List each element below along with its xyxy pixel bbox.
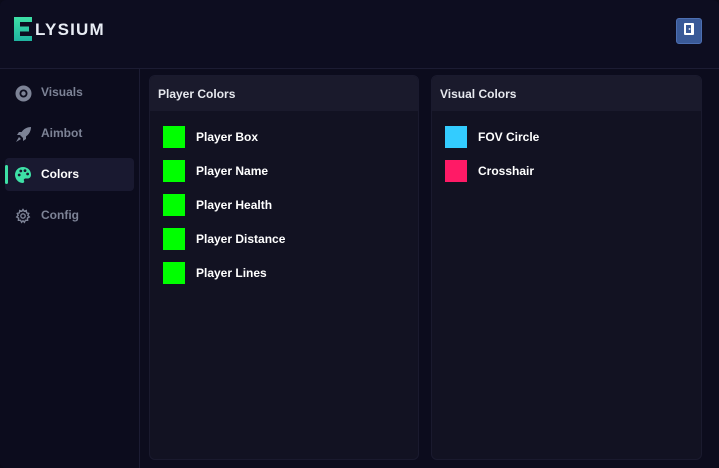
color-row-crosshair: Crosshair (445, 160, 534, 182)
sidebar-item-label: Config (41, 208, 79, 222)
color-row-label: Player Health (196, 198, 273, 212)
color-row-label: Player Lines (196, 266, 267, 280)
color-swatch-button[interactable] (163, 160, 185, 182)
active-indicator (5, 165, 8, 184)
visual-colors-panel: Visual Colors FOV Circle Crosshair (431, 75, 702, 460)
logo: LYSIUM (12, 14, 105, 44)
color-row-label: Crosshair (478, 164, 535, 178)
color-row-player-name: Player Name (163, 160, 268, 182)
sidebar-item-colors[interactable]: Colors (5, 158, 134, 191)
sidebar-item-visuals[interactable]: Visuals (5, 76, 134, 109)
color-row-player-health: Player Health (163, 194, 272, 216)
color-row-player-lines: Player Lines (163, 262, 267, 284)
eye-ring-icon (14, 84, 32, 102)
panel-title: Visual Colors (432, 76, 701, 111)
sidebar-item-label: Colors (41, 167, 80, 181)
color-row-label: FOV Circle (478, 130, 540, 144)
logo-e-icon (12, 15, 34, 43)
app-window: LYSIUM Visuals Aimbot Colors Config Play… (0, 0, 719, 468)
color-swatch-button[interactable] (163, 194, 185, 216)
color-swatch-button[interactable] (445, 126, 467, 148)
color-swatch-button[interactable] (163, 126, 185, 148)
rocket-icon (14, 125, 32, 143)
door-exit-icon (682, 22, 696, 41)
color-row-label: Player Distance (196, 232, 286, 246)
color-swatch-button[interactable] (163, 228, 185, 250)
header: LYSIUM (0, 0, 719, 69)
color-row-label: Player Name (196, 164, 269, 178)
sidebar-item-aimbot[interactable]: Aimbot (5, 117, 134, 150)
sidebar-item-label: Aimbot (41, 126, 83, 140)
color-row-player-box: Player Box (163, 126, 258, 148)
sidebar: Visuals Aimbot Colors Config (0, 69, 140, 468)
brand-name: LYSIUM (35, 20, 105, 39)
color-swatch-button[interactable] (445, 160, 467, 182)
color-row-fov-circle: FOV Circle (445, 126, 539, 148)
sidebar-item-config[interactable]: Config (5, 199, 134, 232)
player-colors-panel: Player Colors Player Box Player Name Pla… (149, 75, 419, 460)
sidebar-item-label: Visuals (41, 85, 83, 99)
gear-icon (14, 207, 32, 225)
color-row-player-distance: Player Distance (163, 228, 285, 250)
exit-button[interactable] (676, 18, 702, 44)
palette-icon (14, 166, 32, 184)
panel-title: Player Colors (150, 76, 418, 111)
color-swatch-button[interactable] (163, 262, 185, 284)
color-row-label: Player Box (196, 130, 259, 144)
